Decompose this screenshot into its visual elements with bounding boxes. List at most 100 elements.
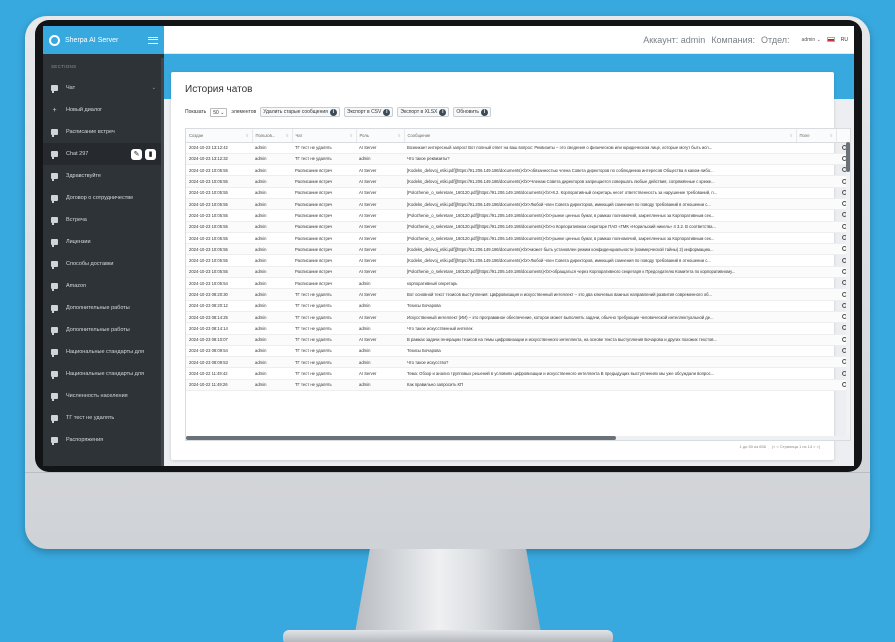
table-row[interactable]: 2024-10-23 13:12:32 admin ТГ тест не удаля… <box>186 153 850 166</box>
table-row[interactable]: 2024-10-23 08:09:53 admin ТГ тест не удаля… <box>186 356 850 369</box>
cell-user: admin <box>252 142 292 154</box>
table-row[interactable]: 2024-10-23 10:05:55 admin Расписание встре… <box>186 187 850 199</box>
table-row[interactable]: 2024-10-23 10:05:55 admin Расписание встре… <box>186 209 850 222</box>
chat-icon <box>51 415 58 423</box>
cell-message: В рамках задачи генерации тезисов на тем… <box>404 334 796 346</box>
table-row[interactable]: 2024-10-23 10:05:55 admin Расписание встре… <box>186 221 850 233</box>
cell-user: admin <box>252 254 292 267</box>
cell-user: admin <box>252 175 292 188</box>
export-xlsx-button[interactable]: Экспорт в XLSX i <box>397 107 450 117</box>
column-header-role[interactable]: Роль ≡ <box>356 129 405 143</box>
cell-created: 2024-10-23 08:20:12 <box>186 300 252 312</box>
cell-role: AI Server <box>356 243 404 256</box>
cell-user: admin <box>252 322 292 335</box>
table-row[interactable]: 2024-10-23 10:05:55 admin Расписание встре… <box>186 232 850 245</box>
table-row[interactable]: 2024-10-23 13:12:42 admin ТГ тест не удаля… <box>186 142 850 154</box>
cell-message: Вот основной текст тезисов выступления: … <box>404 288 796 301</box>
table-row[interactable]: 2024-10-23 08:09:54 admin ТГ тест не удаля… <box>186 345 850 358</box>
table-vertical-scrollbar[interactable] <box>846 142 850 438</box>
menu-toggle-icon[interactable] <box>148 36 158 44</box>
cell-chat: ТГ тест не удалять <box>292 142 356 154</box>
export-csv-button[interactable]: Экспорт в CSV i <box>343 107 394 117</box>
chat-icon <box>51 393 58 401</box>
sidebar-item[interactable]: Национальные стандарты для <box>43 363 164 385</box>
scroll-thumb[interactable] <box>846 142 850 172</box>
cell-chat: Расписание встреч <box>292 187 356 199</box>
ru-flag-icon[interactable] <box>826 37 835 42</box>
sidebar-item-label: Amazon <box>66 283 87 289</box>
sidebar-item[interactable]: Национальные стандарты для <box>43 341 164 363</box>
table-row[interactable]: 2024-10-23 10:05:55 admin Расписание встре… <box>186 266 850 279</box>
page-size-select[interactable]: 50 ⌄ <box>210 107 228 117</box>
language-selector[interactable]: RU <box>841 37 848 43</box>
cell-field <box>796 322 836 335</box>
sidebar-item[interactable]: Способы доставки <box>43 253 164 275</box>
pagination-nav[interactable]: |< < Страница 1 из 14 > >| <box>772 444 820 449</box>
cell-user: admin <box>252 300 292 312</box>
table-row[interactable]: 2024-10-23 10:05:55 admin Расписание встре… <box>186 164 850 177</box>
sidebar-item[interactable]: + Новый диалог <box>43 99 164 121</box>
delete-old-messages-button[interactable]: Удалить старые сообщения i <box>260 107 340 117</box>
sidebar-item[interactable]: Чат ⌄ <box>43 77 164 99</box>
table-row[interactable]: 2024-10-23 10:05:55 admin Расписание встре… <box>186 175 850 188</box>
info-icon: i <box>481 108 489 116</box>
table-row[interactable]: 2024-10-23 08:20:12 admin ТГ тест не удаля… <box>186 300 850 312</box>
cell-user: admin <box>252 198 292 211</box>
sidebar-item[interactable]: Дополнительные работы <box>43 297 164 319</box>
scroll-thumb[interactable] <box>186 436 616 440</box>
delete-icon[interactable]: ▮ <box>145 148 156 160</box>
table-row[interactable]: 2024-10-23 08:10:07 admin ТГ тест не удаля… <box>186 334 850 346</box>
sidebar-item[interactable]: Chat 297 ✎ ▮ <box>43 143 164 165</box>
sidebar-item[interactable]: Договор о сотрудничестве <box>43 187 164 209</box>
cell-chat: ТГ тест не удалять <box>292 367 356 380</box>
cell-field <box>796 142 836 154</box>
sidebar-item[interactable]: Дополнительные работы <box>43 319 164 341</box>
table-row[interactable]: 2024-10-23 08:14:25 admin ТГ тест не удаля… <box>186 311 850 324</box>
cell-message: Что такое искусственный интелек <box>404 322 796 335</box>
sidebar-item[interactable]: Встреча <box>43 209 164 231</box>
column-header-message[interactable]: Сообщение ≡ <box>404 129 797 143</box>
cell-user: admin <box>252 209 292 222</box>
edit-icon[interactable]: ✎ <box>131 148 142 160</box>
column-header-field[interactable]: Поле ≡ <box>796 129 837 143</box>
table-row[interactable]: 2024-10-22 11:49:42 admin ТГ тест не удаля… <box>186 367 850 380</box>
cell-created: 2024-10-23 08:09:54 <box>186 345 252 358</box>
cell-chat: ТГ тест не удалять <box>292 356 356 369</box>
cell-role: AI Server <box>356 221 404 233</box>
cell-chat: Расписание встреч <box>292 266 356 279</box>
sidebar-item[interactable]: Здравствуйте <box>43 165 164 187</box>
table-row[interactable]: 2024-10-23 10:05:55 admin Расписание встре… <box>186 198 850 211</box>
cell-user: admin <box>252 367 292 380</box>
table-horizontal-scrollbar[interactable] <box>186 436 850 440</box>
chat-icon <box>51 283 58 291</box>
cell-message: Тезисы Бочарова <box>404 345 796 358</box>
sidebar-item[interactable]: Лицензии <box>43 231 164 253</box>
sidebar-item[interactable]: Численность населения <box>43 385 164 407</box>
user-menu[interactable]: admin ⌄ <box>802 37 821 43</box>
cell-created: 2024-10-23 08:20:30 <box>186 288 252 301</box>
sidebar-item-label: Chat 297 <box>66 151 89 157</box>
table-row[interactable]: 2024-10-22 11:49:26 admin ТГ тест не удаля… <box>186 379 850 392</box>
sidebar-item[interactable]: Распоряжения <box>43 429 164 451</box>
table-row[interactable]: 2024-10-23 10:05:54 admin Расписание встре… <box>186 277 850 290</box>
table-row[interactable]: 2024-10-23 08:20:30 admin ТГ тест не удаля… <box>186 288 850 301</box>
cell-created: 2024-10-23 10:05:55 <box>186 209 252 222</box>
sidebar-item[interactable]: Amazon <box>43 275 164 297</box>
sidebar-item[interactable]: Расписание встреч <box>43 121 164 143</box>
table-row[interactable]: 2024-10-23 08:14:14 admin ТГ тест не удаля… <box>186 322 850 335</box>
column-header-chat[interactable]: Чат ≡ <box>292 129 357 143</box>
table-row[interactable]: 2024-10-23 10:05:55 admin Расписание встре… <box>186 254 850 267</box>
column-header-user[interactable]: Пользов... ≡ <box>252 129 293 143</box>
refresh-button[interactable]: Обновить i <box>453 107 492 117</box>
column-header-created[interactable]: Создан ≡ <box>186 129 253 143</box>
cell-field <box>796 164 836 177</box>
chat-icon <box>51 151 58 159</box>
export-xlsx-label: Экспорт в XLSX <box>400 109 438 115</box>
table-row[interactable]: 2024-10-23 10:05:55 admin Расписание встре… <box>186 243 850 256</box>
chat-icon <box>51 129 58 137</box>
account-label: Аккаунт: admin <box>643 34 706 45</box>
sidebar-nav: Чат ⌄ + Новый диалог Расписание встреч Chat 2… <box>43 77 164 451</box>
sidebar-item[interactable]: ТГ тест не удалять <box>43 407 164 429</box>
cell-created: 2024-10-23 08:14:25 <box>186 311 252 324</box>
cell-role: AI Server <box>356 209 404 222</box>
